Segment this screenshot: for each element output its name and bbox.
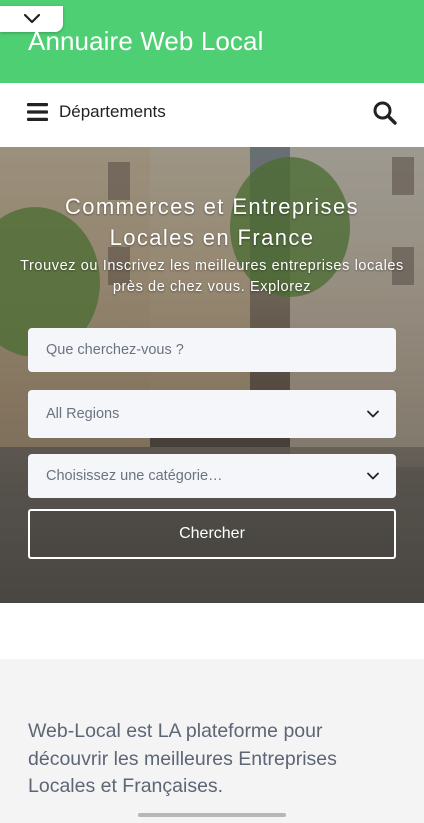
search-icon bbox=[373, 101, 397, 125]
search-button[interactable] bbox=[372, 100, 400, 128]
search-submit-button[interactable]: Chercher bbox=[28, 509, 396, 559]
about-text: Web-Local est LA plateforme pour découvr… bbox=[28, 720, 337, 797]
hamburger-icon bbox=[27, 103, 48, 121]
region-select-value: All Regions bbox=[46, 406, 120, 422]
site-title[interactable]: Annuaire Web Local bbox=[28, 26, 263, 57]
hero-section: Commerces et Entreprises Locales en Fran… bbox=[0, 147, 424, 603]
category-select-placeholder: Choisissez une catégorie… bbox=[46, 468, 223, 484]
category-select[interactable]: Choisissez une catégorie… bbox=[28, 454, 396, 498]
menu-label: Départements bbox=[59, 102, 166, 121]
departements-menu-button[interactable]: Départements bbox=[27, 102, 166, 122]
chevron-down-icon bbox=[23, 13, 40, 24]
chevron-down-icon bbox=[367, 410, 379, 418]
search-submit-label: Chercher bbox=[179, 525, 245, 542]
about-section: Web-Local est LA plateforme pour découvr… bbox=[0, 659, 424, 823]
home-indicator bbox=[138, 813, 286, 817]
search-input[interactable] bbox=[28, 328, 396, 372]
top-header: Annuaire Web Local bbox=[0, 0, 424, 83]
hero-title: Commerces et Entreprises Locales en Fran… bbox=[64, 194, 359, 250]
chevron-down-icon bbox=[367, 472, 379, 480]
region-select[interactable]: All Regions bbox=[28, 390, 396, 438]
hero-subtitle: Trouvez ou Inscrivez les meilleures entr… bbox=[20, 258, 404, 295]
navigation-bar: Départements bbox=[0, 83, 424, 147]
